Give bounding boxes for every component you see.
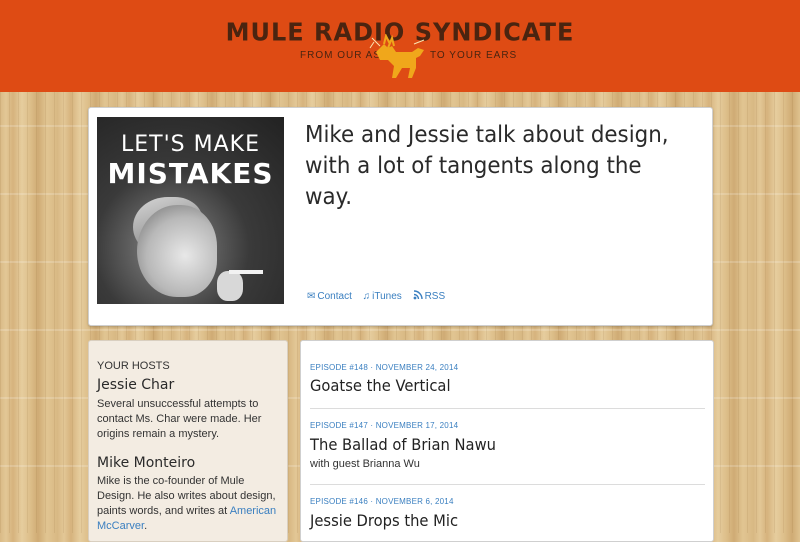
episode-title[interactable]: Goatse the Vertical [310, 376, 451, 395]
cover-photo-cigarette [229, 270, 263, 274]
cover-photo-hand [217, 271, 243, 301]
episode-meta[interactable]: EPISODE #148 · NOVEMBER 24, 2014 [310, 363, 458, 372]
tagline-right: TO YOUR EARS [430, 50, 518, 61]
episode-divider [310, 408, 705, 409]
host-bio-line: Several unsuccessful attempts to [97, 398, 259, 410]
host-name-jessie: Jessie Char [97, 377, 175, 393]
hosts-sidebar: YOUR HOSTS Jessie Char Several unsuccess… [88, 340, 288, 542]
host-bio-line: McCarver. [97, 519, 282, 534]
contact-link[interactable]: ✉ Contact [307, 291, 352, 302]
host-bio-line: paints words, and writes at American [97, 504, 282, 519]
show-description-line1: Mike and Jessie talk about design, [305, 122, 669, 148]
contact-link-label: Contact [317, 291, 352, 302]
episode-title[interactable]: Jessie Drops the Mic [310, 511, 458, 530]
host-bio-text: paints words, and writes at [97, 505, 228, 517]
episode-meta[interactable]: EPISODE #146 · NOVEMBER 6, 2014 [310, 497, 454, 506]
american-mccarver-link-cont[interactable]: McCarver [97, 520, 144, 532]
podcast-cover-art: LET'S MAKE MISTAKES [97, 117, 284, 304]
itunes-link-label: iTunes [372, 291, 402, 302]
show-description-line2: with a lot of tangents along the way. [305, 153, 642, 210]
site-header: MULE RADIO SYNDICATE FROM OUR ASS TO YOU… [0, 0, 800, 92]
host-bio-line: Mike is the co-founder of Mule [97, 475, 245, 487]
american-mccarver-link[interactable]: American [230, 505, 276, 517]
episode-list: EPISODE #148 · NOVEMBER 24, 2014 Goatse … [300, 340, 714, 542]
rss-link[interactable]: RSS [413, 290, 446, 302]
episode-guest: with guest Brianna Wu [310, 458, 420, 470]
host-bio-line: Design. He also writes about design, [97, 490, 276, 502]
host-bio-mike: Mike is the co-founder of Mule Design. H… [97, 474, 282, 534]
episode-meta[interactable]: EPISODE #147 · NOVEMBER 17, 2014 [310, 421, 458, 430]
mule-logo-icon[interactable] [366, 34, 430, 80]
host-bio-jessie: Several unsuccessful attempts to contact… [97, 397, 282, 442]
host-bio-line: origins remain a mystery. [97, 428, 220, 440]
itunes-link[interactable]: ♫ iTunes [363, 291, 402, 302]
host-bio-line: contact Ms. Char were made. Her [97, 413, 262, 425]
host-name-mike: Mike Monteiro [97, 455, 196, 471]
hosts-heading: YOUR HOSTS [97, 360, 170, 372]
music-note-icon: ♫ [362, 291, 371, 302]
show-description: Mike and Jessie talk about design, with … [305, 120, 677, 213]
cover-title-line1: LET'S MAKE [121, 132, 260, 157]
host-bio-end: . [144, 520, 148, 532]
cover-title-line2: MISTAKES [107, 157, 274, 190]
episode-divider [310, 484, 705, 485]
rss-link-label: RSS [424, 291, 446, 302]
envelope-icon: ✉ [307, 291, 316, 302]
cover-photo-face [137, 205, 217, 297]
show-hero-card: LET'S MAKE MISTAKES Mike and Jessie talk… [88, 107, 713, 326]
episode-title[interactable]: The Ballad of Brian Nawu [310, 435, 496, 454]
show-links: ✉ Contact ♫ iTunes RSS [307, 290, 453, 302]
rss-icon [413, 290, 423, 300]
